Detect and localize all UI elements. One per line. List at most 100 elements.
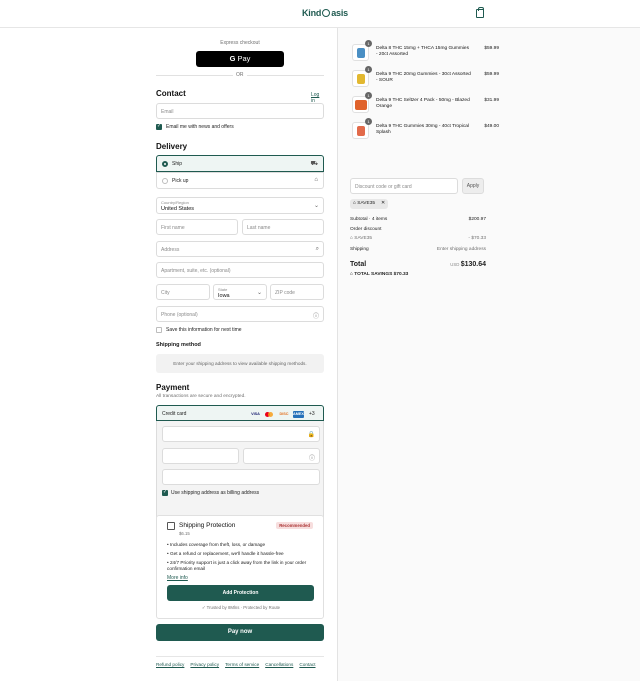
refund-policy-link[interactable]: Refund policy bbox=[156, 662, 184, 667]
total-amount: USD $130.64 bbox=[450, 261, 486, 268]
newsletter-checkbox[interactable] bbox=[156, 123, 162, 130]
pickup-label: Pick up bbox=[172, 178, 189, 184]
savings-tag-icon: ⌂ bbox=[350, 272, 353, 277]
first-name-placeholder: First name bbox=[161, 225, 185, 231]
brand-logo[interactable]: Kind asis bbox=[302, 8, 348, 18]
product-price: $49.00 bbox=[484, 124, 499, 129]
brand-name-part2: asis bbox=[331, 8, 348, 18]
bullet-text: Includes coverage from theft, loss, or d… bbox=[169, 542, 266, 547]
save-info-checkbox[interactable] bbox=[156, 327, 162, 333]
product-price: $59.99 bbox=[484, 46, 499, 51]
product-price: $59.99 bbox=[484, 72, 499, 77]
shipping-method-note: Enter your shipping address to view avai… bbox=[156, 354, 324, 373]
quantity-badge: 1 bbox=[365, 66, 372, 73]
last-name-field[interactable]: Last name bbox=[242, 219, 324, 235]
pay-now-button[interactable]: Pay now bbox=[156, 624, 324, 641]
package-icon bbox=[167, 522, 175, 530]
discount-value: - $70.33 bbox=[468, 236, 486, 241]
discover-icon: DISC bbox=[279, 412, 289, 416]
phone-field[interactable]: Phone (optional) ⓘ bbox=[156, 306, 324, 322]
discount-code-input[interactable]: Discount code or gift card bbox=[350, 178, 458, 194]
shipping-row: Shipping Enter shipping address bbox=[350, 247, 486, 252]
order-discount-label: Order discount bbox=[350, 227, 382, 232]
cancellations-link[interactable]: Cancellations bbox=[265, 662, 293, 667]
currency-code: USD bbox=[450, 262, 460, 267]
google-pay-button[interactable]: G Pay bbox=[196, 51, 284, 67]
tag-icon: ⌂ bbox=[350, 236, 353, 241]
protection-bullet: • Includes coverage from theft, loss, or… bbox=[167, 542, 266, 547]
cart-item: 1 Delta 9 THC Gummies 30mg - 40ct Tropic… bbox=[352, 118, 499, 144]
first-name-field[interactable]: First name bbox=[156, 219, 238, 235]
credit-card-option[interactable]: Credit card VISA DISC AMEX +3 bbox=[156, 405, 324, 421]
email-placeholder: Email bbox=[161, 109, 174, 115]
cart-item: 1 Delta 8 THC 15mg + THCA 15mg Gummies -… bbox=[352, 40, 499, 66]
product-name: Delta 8 THC 15mg + THCA 15mg Gummies - 2… bbox=[376, 46, 469, 57]
apartment-placeholder: Apartment, suite, etc. (optional) bbox=[161, 268, 231, 274]
cart-item: 1 Delta 9 THC Seltzer 4 Pack - 50mg - Bl… bbox=[352, 92, 499, 118]
tag-icon: ⌂ bbox=[353, 201, 356, 206]
billing-address-label: Use shipping address as billing address bbox=[171, 490, 260, 496]
savings-value: $70.33 bbox=[393, 272, 409, 277]
protection-bullet: • 24/7 Priority support is just a click … bbox=[167, 560, 307, 571]
quantity-badge: 1 bbox=[365, 118, 372, 125]
card-number-field[interactable]: 🔒 bbox=[162, 426, 320, 442]
savings-label: TOTAL SAVINGS bbox=[354, 272, 393, 277]
add-protection-button[interactable]: Add Protection bbox=[167, 585, 314, 601]
product-name: Delta 9 THC Seltzer 4 Pack - 50mg - Blaz… bbox=[376, 98, 470, 109]
pickup-radio[interactable] bbox=[162, 178, 168, 184]
order-discount-row: Order discount bbox=[350, 227, 486, 232]
billing-address-checkbox[interactable] bbox=[162, 489, 168, 496]
shipping-label: Shipping bbox=[350, 247, 369, 252]
expiration-date-field[interactable] bbox=[162, 448, 239, 464]
ship-option[interactable]: Ship ⛟ bbox=[156, 155, 324, 172]
delivery-heading: Delivery bbox=[156, 142, 188, 151]
product-name: Delta 9 THC 20mg Gummies - 30ct Assorted… bbox=[376, 72, 471, 83]
security-code-field[interactable]: ⓘ bbox=[243, 448, 320, 464]
truck-icon: ⛟ bbox=[310, 161, 318, 167]
search-icon: ⌕ bbox=[315, 246, 319, 252]
footer-links: Refund policy Privacy policy Terms of se… bbox=[156, 662, 324, 667]
bullet-text: Get a refund or replacement, we'll handl… bbox=[169, 551, 284, 556]
city-field[interactable]: City bbox=[156, 284, 210, 300]
country-select[interactable]: Country/Region United States ⌄ bbox=[156, 197, 324, 214]
logo-o-icon bbox=[322, 9, 331, 17]
credit-card-label: Credit card bbox=[162, 411, 187, 417]
help-icon[interactable]: ⓘ bbox=[309, 453, 315, 462]
address-field[interactable]: Address ⌕ bbox=[156, 241, 324, 257]
more-info-link[interactable]: More info bbox=[167, 575, 188, 581]
visa-icon: VISA bbox=[251, 412, 260, 416]
shipping-method-heading: Shipping method bbox=[156, 342, 201, 348]
newsletter-label: Email me with news and offers bbox=[166, 124, 234, 130]
subtotal-row: Subtotal · 4 items $200.97 bbox=[350, 217, 486, 222]
name-on-card-field[interactable] bbox=[162, 469, 320, 485]
more-cards-count: +3 bbox=[309, 411, 315, 417]
discount-chip: ⌂ SAVE35 ✕ bbox=[350, 199, 388, 209]
total-value: $130.64 bbox=[460, 261, 486, 268]
apply-discount-button[interactable]: Apply bbox=[462, 178, 484, 194]
subtotal-value: $200.97 bbox=[468, 217, 486, 222]
remove-discount-icon[interactable]: ✕ bbox=[381, 199, 385, 209]
shopping-bag-icon[interactable] bbox=[476, 7, 484, 18]
terms-of-service-link[interactable]: Terms of service bbox=[225, 662, 259, 667]
phone-placeholder: Phone (optional) bbox=[161, 312, 198, 318]
email-field[interactable]: Email bbox=[156, 103, 324, 119]
privacy-policy-link[interactable]: Privacy policy bbox=[190, 662, 219, 667]
ship-radio[interactable] bbox=[162, 161, 168, 167]
recommended-badge: Recommended bbox=[276, 522, 313, 529]
protection-bullet: • Get a refund or replacement, we'll han… bbox=[167, 551, 284, 556]
state-select[interactable]: State Iowa ⌄ bbox=[213, 284, 267, 300]
total-label: Total bbox=[350, 261, 367, 268]
product-price: $31.99 bbox=[484, 98, 499, 103]
contact-link[interactable]: Contact bbox=[299, 662, 315, 667]
zip-field[interactable]: ZIP code bbox=[270, 284, 324, 300]
shipping-protection-card: Shipping Protection $6.15 Recommended • … bbox=[156, 515, 324, 619]
city-placeholder: City bbox=[161, 290, 170, 296]
help-icon[interactable]: ⓘ bbox=[313, 311, 319, 320]
product-image-icon bbox=[357, 48, 365, 58]
last-name-placeholder: Last name bbox=[247, 225, 271, 231]
protection-price: $6.15 bbox=[179, 531, 190, 536]
address-placeholder: Address bbox=[161, 247, 180, 253]
apartment-field[interactable]: Apartment, suite, etc. (optional) bbox=[156, 262, 324, 278]
pickup-option[interactable]: Pick up ⌂ bbox=[156, 172, 324, 189]
product-image-icon bbox=[357, 74, 365, 84]
